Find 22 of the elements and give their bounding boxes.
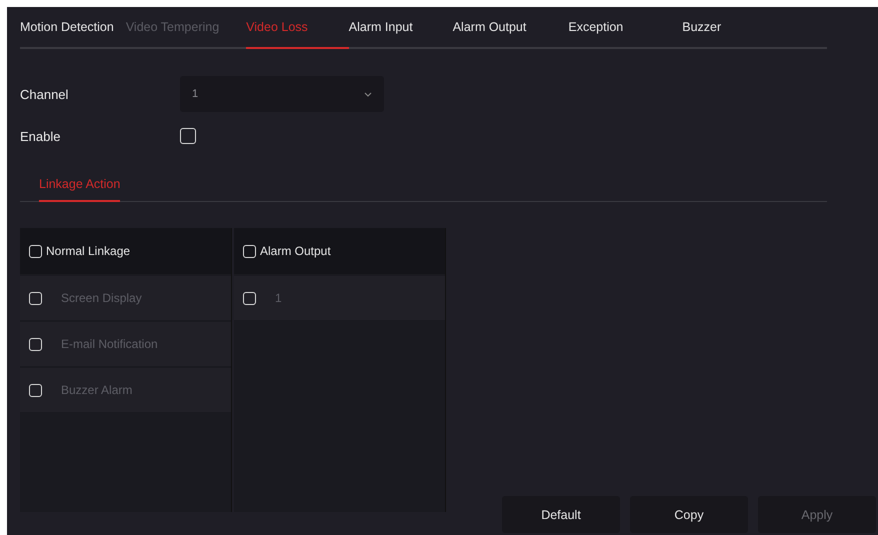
enable-checkbox[interactable]	[180, 128, 196, 144]
tab[interactable]: Exception	[568, 7, 682, 49]
linkage-label: E-mail Notification	[61, 337, 158, 351]
tab[interactable]: Motion Detection	[20, 7, 126, 49]
tab[interactable]: Alarm Input	[348, 7, 453, 49]
channel-label: Channel	[20, 86, 70, 102]
tab[interactable]: Buzzer	[682, 7, 752, 49]
tab[interactable]: Alarm Output	[452, 7, 568, 49]
checkbox[interactable]	[29, 244, 42, 258]
sub-tab[interactable]: Linkage Action	[39, 166, 120, 202]
action-button[interactable]: Copy	[630, 496, 748, 533]
linkage-label: Screen Display	[61, 291, 142, 305]
tab[interactable]: Video Loss	[246, 7, 349, 49]
action-button[interactable]: Default	[502, 496, 620, 533]
enable-label: Enable	[20, 128, 62, 144]
column-title: Alarm Output	[260, 244, 331, 258]
linkage-label: 1	[275, 291, 282, 305]
chevron-icon	[364, 92, 372, 96]
checkbox[interactable]	[243, 244, 256, 258]
column-title: Normal Linkage	[46, 244, 130, 258]
channel-dropdown[interactable]: 1	[180, 76, 384, 112]
linkage-label: Buzzer Alarm	[61, 383, 132, 397]
